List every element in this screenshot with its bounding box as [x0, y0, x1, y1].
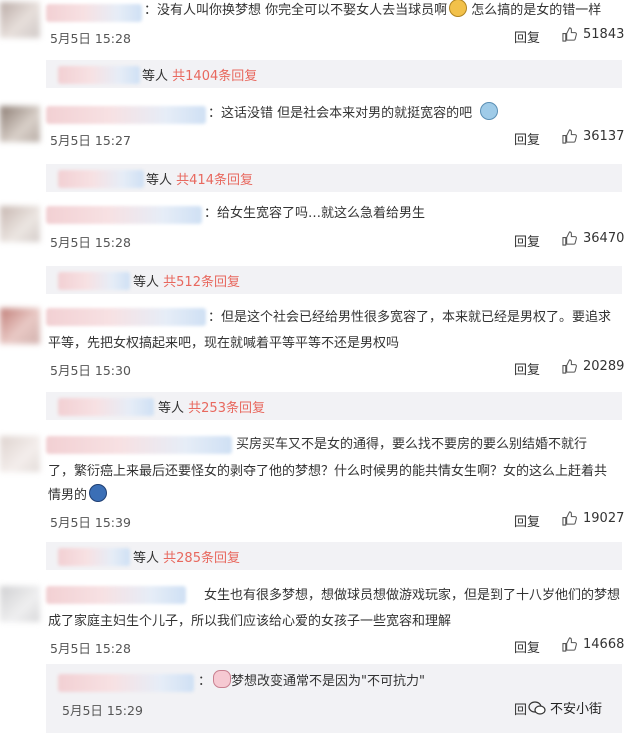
- thumbs-up-icon: [562, 27, 577, 42]
- sub-reply-line[interactable]: 等人 共253条回复: [158, 397, 265, 416]
- comment-timestamp: 5月5日 15:27: [50, 133, 131, 148]
- like-count: 20289: [583, 359, 625, 374]
- like-button[interactable]: 36470: [562, 231, 624, 246]
- username-blurred[interactable]: [46, 586, 186, 604]
- sub-reply-summary-4[interactable]: 等人 共253条回复: [0, 392, 628, 424]
- comment-timestamp: 5月5日 15:28: [50, 31, 131, 46]
- comment-5: 买房买车又不是女的通得，要么找不要房的要么别结婚不就行 了，繁衍癌上来最后还要怪…: [0, 430, 628, 534]
- thumbs-up-icon: [562, 637, 577, 652]
- reply-button[interactable]: 回复: [514, 511, 540, 530]
- reply-count-link[interactable]: 共285条回复: [163, 551, 240, 566]
- comment-text-line-1: ：但是这个社会已经给男性很多宽容了，本来就已经是男权了。要追求: [208, 310, 612, 325]
- username-blurred: [58, 548, 130, 566]
- comment-text-line-1: 女生也有很多梦想，想做球员想做游戏玩家，但是到了十八岁他们的梦想: [204, 588, 621, 603]
- username-blurred: [58, 272, 130, 290]
- reply-button[interactable]: 回: [514, 699, 527, 718]
- like-count: 36137: [583, 129, 625, 144]
- like-count: 51843: [583, 27, 625, 42]
- sub-reply-summary-5[interactable]: 等人 共285条回复: [0, 542, 628, 574]
- sub-reply-line[interactable]: 等人 共285条回复: [133, 547, 240, 566]
- cold-sweat-emoji-icon: [480, 102, 499, 120]
- reply-button[interactable]: 回复: [514, 27, 540, 46]
- nested-reply-text: ：梦想改变通常不是因为"不可抗力": [198, 669, 425, 695]
- comment-timestamp: 5月5日 15:28: [50, 641, 131, 656]
- username-blurred[interactable]: [46, 4, 142, 22]
- username-blurred: [58, 170, 144, 188]
- wechat-icon: [528, 700, 546, 715]
- crying-emoji-icon: [89, 484, 108, 502]
- username-blurred[interactable]: [46, 206, 202, 224]
- avatar[interactable]: [0, 308, 40, 344]
- like-button[interactable]: 51843: [562, 27, 624, 42]
- thumbs-up-icon: [562, 129, 577, 144]
- like-count: 14668: [583, 637, 625, 652]
- username-blurred: [58, 398, 154, 416]
- nested-reply: ：梦想改变通常不是因为"不可抗力" 5月5日 15:29 回 不安小街: [0, 664, 628, 733]
- like-count: 36470: [583, 231, 625, 246]
- pig-emoji-icon: [213, 670, 232, 688]
- comment-timestamp: 5月5日 15:30: [50, 363, 131, 378]
- username-blurred[interactable]: [46, 436, 232, 454]
- like-button[interactable]: 36137: [562, 129, 624, 144]
- comment-timestamp: 5月5日 15:28: [50, 235, 131, 250]
- like-button[interactable]: 14668: [562, 637, 624, 652]
- reply-button[interactable]: 回复: [514, 129, 540, 148]
- username-blurred[interactable]: [58, 674, 194, 692]
- like-count: 19027: [583, 511, 625, 526]
- sub-reply-line[interactable]: 等人 共414条回复: [146, 169, 253, 188]
- comment-text-line-3: 情男的: [48, 483, 108, 509]
- comment-timestamp: 5月5日 15:39: [50, 515, 131, 530]
- comment-text-line-1: 买房买车又不是女的通得，要么找不要房的要么别结婚不就行: [236, 437, 588, 452]
- comment-2: ：这话没错 但是社会本来对男的就挺宽容的吧 5月5日 15:27 回复 3613…: [0, 100, 628, 160]
- reply-button[interactable]: 回复: [514, 231, 540, 250]
- sub-reply-line[interactable]: 等人 共512条回复: [133, 271, 240, 290]
- reply-count-link[interactable]: 共414条回复: [176, 173, 253, 188]
- avatar[interactable]: [0, 2, 40, 38]
- like-button[interactable]: 19027: [562, 511, 624, 526]
- watermark-text: 不安小街: [550, 702, 603, 717]
- reply-button[interactable]: 回复: [514, 637, 540, 656]
- sub-reply-summary-1[interactable]: 等人 共1404条回复: [0, 60, 628, 92]
- avatar[interactable]: [0, 436, 40, 472]
- comment-4: ：但是这个社会已经给男性很多宽容了，本来就已经是男权了。要追求 平等，先把女权搞…: [0, 302, 628, 382]
- comment-text-line-2: 成了家庭主妇生个儿子，所以我们应该给心爱的女孩子一些宽容和理解: [48, 614, 452, 629]
- username-blurred[interactable]: [46, 308, 206, 326]
- reply-count-link[interactable]: 共1404条回复: [172, 69, 257, 84]
- sub-reply-summary-2[interactable]: 等人 共414条回复: [0, 164, 628, 196]
- sub-reply-line[interactable]: 等人 共1404条回复: [142, 65, 257, 84]
- thumbs-up-icon: [562, 511, 577, 526]
- reply-count-link[interactable]: 共512条回复: [163, 275, 240, 290]
- nested-reply-timestamp: 5月5日 15:29: [62, 703, 143, 718]
- thumbs-up-icon: [562, 231, 577, 246]
- comment-3: ：给女生宽容了吗…就这么急着给男生 5月5日 15:28 回复 36470: [0, 200, 628, 260]
- username-blurred: [58, 66, 140, 84]
- comment-text: ：这话没错 但是社会本来对男的就挺宽容的吧: [208, 101, 499, 127]
- username-blurred[interactable]: [46, 106, 206, 124]
- comment-text-line-2: 平等，先把女权搞起来吧，现在就喊着平等平等不还是男权吗: [48, 336, 400, 351]
- watermark: 不安小街: [528, 698, 602, 717]
- grimace-emoji-icon: [449, 0, 468, 17]
- sub-reply-summary-3[interactable]: 等人 共512条回复: [0, 266, 628, 298]
- comment-6: 女生也有很多梦想，想做球员想做游戏玩家，但是到了十八岁他们的梦想 成了家庭主妇生…: [0, 580, 628, 662]
- comment-text-line-2: 了，繁衍癌上来最后还要怪女的剥夺了他的梦想？什么时候男的能共情女生啊？女的这么上…: [48, 464, 608, 479]
- comment-1: ：没有人叫你换梦想 你完全可以不娶女人去当球员啊 怎么搞的是女的错一样 5月5日…: [0, 0, 628, 60]
- avatar[interactable]: [0, 586, 40, 622]
- comment-text: ：给女生宽容了吗…就这么急着给男生: [204, 206, 426, 221]
- avatar[interactable]: [0, 206, 40, 242]
- thumbs-up-icon: [562, 359, 577, 374]
- avatar[interactable]: [0, 106, 40, 142]
- like-button[interactable]: 20289: [562, 359, 624, 374]
- reply-count-link[interactable]: 共253条回复: [188, 401, 265, 416]
- reply-button[interactable]: 回复: [514, 359, 540, 378]
- comment-text: ：没有人叫你换梦想 你完全可以不娶女人去当球员啊 怎么搞的是女的错一样: [144, 0, 601, 24]
